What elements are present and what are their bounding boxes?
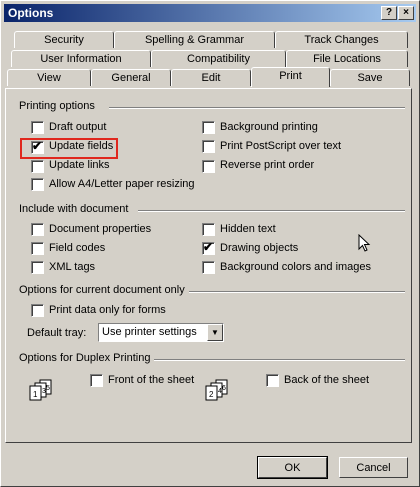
print-postscript-label[interactable]: Print PostScript over text	[220, 140, 341, 152]
back-pages-icon: 2 4 6	[205, 379, 228, 401]
draft-output-label[interactable]: Draft output	[49, 121, 106, 133]
tab-spelling-grammar[interactable]: Spelling & Grammar	[114, 31, 275, 48]
tab-edit[interactable]: Edit	[171, 69, 251, 86]
tab-security[interactable]: Security	[14, 31, 114, 48]
tab-print[interactable]: Print	[251, 67, 330, 87]
duplex-heading: Options for Duplex Printing	[19, 352, 151, 364]
include-with-document-heading: Include with document	[19, 203, 129, 215]
hidden-text-label[interactable]: Hidden text	[220, 223, 276, 235]
back-of-sheet-label[interactable]: Back of the sheet	[284, 374, 369, 386]
cancel-button[interactable]: Cancel	[339, 457, 408, 478]
xml-tags-checkbox[interactable]	[31, 261, 44, 274]
front-page-1: 1	[33, 390, 38, 399]
back-page-2: 2	[209, 390, 214, 399]
front-of-sheet-checkbox[interactable]	[90, 374, 103, 387]
allow-a4-letter-checkbox[interactable]	[31, 178, 44, 191]
draft-output-checkbox[interactable]	[31, 121, 44, 134]
update-links-label[interactable]: Update links	[49, 159, 110, 171]
title-bar[interactable]: Options ? ×	[4, 4, 416, 22]
check-mark-icon: ✔	[203, 240, 214, 254]
options-dialog: Options ? × Security Spelling & Grammar …	[0, 0, 420, 487]
update-fields-label[interactable]: Update fields	[49, 140, 113, 152]
tab-compatibility[interactable]: Compatibility	[151, 50, 286, 67]
reverse-print-order-checkbox[interactable]	[202, 160, 215, 173]
tab-track-changes[interactable]: Track Changes	[275, 31, 408, 48]
print-tab-panel: Printing options Draft output ✔ Update f…	[5, 88, 412, 443]
print-data-only-checkbox[interactable]	[31, 304, 44, 317]
ok-button[interactable]: OK	[257, 456, 328, 479]
background-printing-label[interactable]: Background printing	[220, 121, 318, 133]
background-colors-checkbox[interactable]	[202, 261, 215, 274]
field-codes-checkbox[interactable]	[31, 242, 44, 255]
close-button[interactable]: ×	[398, 6, 414, 20]
include-divider	[138, 210, 405, 212]
back-page-6: 6	[222, 385, 226, 392]
default-tray-label: Default tray:	[27, 327, 87, 339]
duplex-divider	[154, 359, 405, 361]
hidden-text-checkbox[interactable]	[202, 223, 215, 236]
current-document-heading: Options for current document only	[19, 284, 185, 296]
print-data-only-label[interactable]: Print data only for forms	[49, 304, 166, 316]
drawing-objects-checkbox[interactable]: ✔	[202, 240, 215, 255]
printing-options-divider	[109, 107, 405, 109]
background-printing-checkbox[interactable]	[202, 121, 215, 134]
tab-view[interactable]: View	[7, 69, 91, 86]
tab-user-information[interactable]: User Information	[11, 50, 151, 67]
update-fields-checkbox[interactable]: ✔	[31, 139, 44, 154]
current-document-divider	[189, 291, 405, 293]
print-postscript-checkbox[interactable]	[202, 140, 215, 153]
field-codes-label[interactable]: Field codes	[49, 242, 105, 254]
front-page-5: 5	[46, 385, 50, 392]
xml-tags-label[interactable]: XML tags	[49, 261, 95, 273]
front-pages-icon: 1 3 5	[29, 379, 52, 401]
allow-a4-letter-label[interactable]: Allow A4/Letter paper resizing	[49, 178, 195, 190]
front-of-sheet-label[interactable]: Front of the sheet	[108, 374, 194, 386]
check-mark-icon: ✔	[32, 139, 43, 153]
back-of-sheet-checkbox[interactable]	[266, 374, 279, 387]
update-links-checkbox[interactable]	[31, 160, 44, 173]
tab-file-locations[interactable]: File Locations	[286, 50, 408, 67]
document-properties-checkbox[interactable]	[31, 223, 44, 236]
tab-general[interactable]: General	[91, 69, 171, 86]
drawing-objects-label[interactable]: Drawing objects	[220, 242, 298, 254]
background-colors-label[interactable]: Background colors and images	[220, 261, 371, 273]
document-properties-label[interactable]: Document properties	[49, 223, 151, 235]
reverse-print-order-label[interactable]: Reverse print order	[220, 159, 314, 171]
help-button[interactable]: ?	[381, 6, 397, 20]
tab-save[interactable]: Save	[330, 69, 410, 86]
printing-options-heading: Printing options	[19, 100, 95, 112]
window-title: Options	[8, 6, 54, 20]
